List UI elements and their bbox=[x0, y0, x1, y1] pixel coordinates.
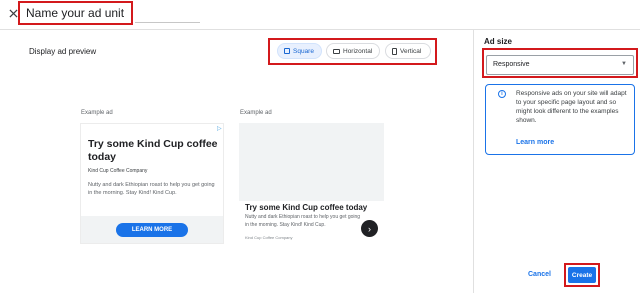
ad-description: Nutty and dark Ethiopian roast to help y… bbox=[245, 214, 361, 228]
create-button[interactable]: Create bbox=[568, 267, 596, 283]
ad-size-select[interactable]: Responsive ▼ bbox=[486, 55, 634, 75]
ad-headline: Try some Kind Cup coffee today bbox=[88, 138, 218, 163]
toggle-horizontal-label: Horizontal bbox=[343, 47, 373, 55]
example-ad-label: Example ad bbox=[240, 110, 272, 116]
toggle-square-label: Square bbox=[293, 47, 314, 55]
toggle-horizontal[interactable]: Horizontal bbox=[326, 43, 380, 59]
ad-advertiser: Kind Cup Coffee Company bbox=[245, 235, 293, 240]
name-input-underline bbox=[135, 22, 200, 23]
info-icon: i bbox=[498, 90, 506, 98]
ad-headline: Try some Kind Cup coffee today bbox=[245, 203, 368, 212]
learn-more-link[interactable]: Learn more bbox=[516, 139, 554, 146]
info-text: Responsive ads on your site will adapt t… bbox=[516, 90, 627, 124]
square-icon bbox=[284, 48, 290, 54]
ad-description: Nutty and dark Ethiopian roast to help y… bbox=[88, 182, 215, 196]
toggle-square[interactable]: Square bbox=[277, 43, 322, 59]
chevron-right-icon[interactable]: › bbox=[361, 220, 378, 237]
ad-advertiser: Kind Cup Coffee Company bbox=[88, 168, 148, 174]
example-ad-label: Example ad bbox=[81, 110, 113, 116]
ad-image-placeholder bbox=[239, 123, 384, 201]
ad-size-value: Responsive bbox=[493, 61, 530, 68]
vertical-rect-icon bbox=[392, 47, 397, 55]
toggle-vertical[interactable]: Vertical bbox=[385, 43, 431, 59]
cancel-button[interactable]: Cancel bbox=[528, 271, 551, 278]
dropdown-arrow-icon: ▼ bbox=[621, 61, 627, 67]
preview-title: Display ad preview bbox=[29, 47, 97, 56]
horizontal-rect-icon bbox=[333, 48, 340, 54]
ad-size-label: Ad size bbox=[484, 37, 513, 46]
close-icon bbox=[8, 8, 18, 18]
toggle-vertical-label: Vertical bbox=[400, 47, 422, 55]
ad-unit-name-input[interactable]: Name your ad unit bbox=[26, 6, 124, 20]
adchoices-icon[interactable]: ▷ bbox=[217, 125, 222, 132]
learn-more-ad-button[interactable]: LEARN MORE bbox=[116, 223, 188, 237]
